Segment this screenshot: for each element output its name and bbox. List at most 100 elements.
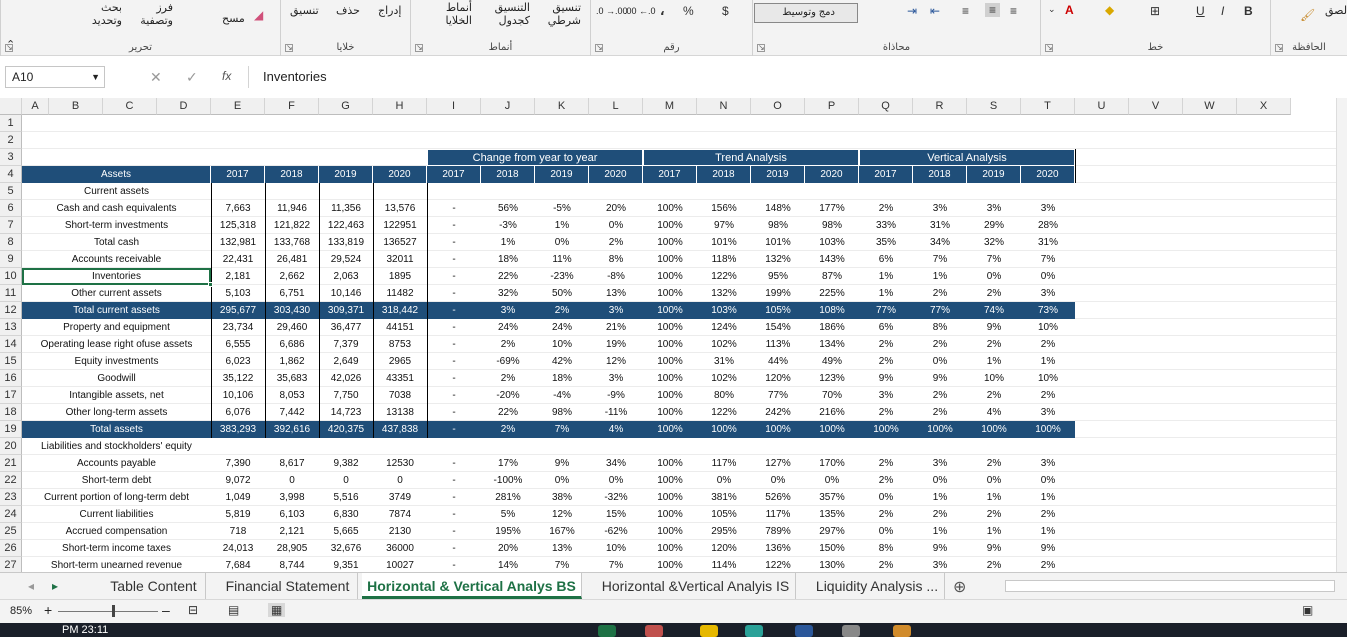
- app-taskbar-icon[interactable]: [645, 625, 663, 637]
- data-cell[interactable]: 7,663: [211, 200, 265, 217]
- data-cell[interactable]: 32,676: [319, 540, 373, 557]
- data-cell[interactable]: -20%: [481, 387, 535, 404]
- column-header[interactable]: M: [643, 98, 697, 115]
- data-cell[interactable]: -5%: [535, 200, 589, 217]
- collapse-ribbon-icon[interactable]: ⌃: [6, 38, 15, 51]
- data-cell[interactable]: 0%: [535, 234, 589, 251]
- data-cell[interactable]: 7%: [535, 557, 589, 572]
- data-cell[interactable]: 318,442: [373, 302, 427, 319]
- select-all-corner[interactable]: [0, 98, 22, 115]
- data-cell[interactable]: 8753: [373, 336, 427, 353]
- data-cell[interactable]: [481, 183, 535, 200]
- data-cell[interactable]: 1%: [967, 489, 1021, 506]
- data-cell[interactable]: 32011: [373, 251, 427, 268]
- data-cell[interactable]: 295%: [697, 523, 751, 540]
- data-cell[interactable]: 32%: [967, 234, 1021, 251]
- italic-button[interactable]: I: [1221, 4, 1224, 18]
- data-cell[interactable]: 20%: [589, 200, 643, 217]
- data-cell[interactable]: 100%: [643, 234, 697, 251]
- data-cell[interactable]: 133,768: [265, 234, 319, 251]
- chevron-down-icon[interactable]: ▼: [91, 67, 100, 87]
- store-taskbar-icon[interactable]: [842, 625, 860, 637]
- data-cell[interactable]: 13%: [589, 285, 643, 302]
- data-cell[interactable]: 121,822: [265, 217, 319, 234]
- data-cell[interactable]: 2%: [481, 421, 535, 438]
- data-cell[interactable]: 8%: [589, 251, 643, 268]
- data-cell[interactable]: 2%: [967, 506, 1021, 523]
- data-cell[interactable]: -100%: [481, 472, 535, 489]
- data-cell[interactable]: [697, 183, 751, 200]
- data-cell[interactable]: 6,023: [211, 353, 265, 370]
- data-cell[interactable]: 2%: [859, 506, 913, 523]
- column-header[interactable]: P: [805, 98, 859, 115]
- data-cell[interactable]: [535, 438, 589, 455]
- data-cell[interactable]: 33%: [859, 217, 913, 234]
- data-cell[interactable]: [1021, 183, 1075, 200]
- data-cell[interactable]: 87%: [805, 268, 859, 285]
- sheet-tab[interactable]: Horizontal &Vertical Analyis IS: [596, 573, 796, 599]
- data-cell[interactable]: 32%: [481, 285, 535, 302]
- data-cell[interactable]: 1%: [913, 489, 967, 506]
- align-right-icon[interactable]: ≡: [962, 4, 969, 18]
- data-cell[interactable]: 6%: [859, 319, 913, 336]
- data-cell[interactable]: 120%: [751, 370, 805, 387]
- data-cell[interactable]: 718: [211, 523, 265, 540]
- tab-scroll-left-icon[interactable]: ◂: [28, 579, 34, 593]
- insert-cells-button[interactable]: إدراج: [378, 4, 401, 17]
- data-cell[interactable]: 42%: [535, 353, 589, 370]
- data-cell[interactable]: 0%: [859, 523, 913, 540]
- decrease-decimal-button[interactable]: .0 →.00: [596, 6, 628, 16]
- data-cell[interactable]: 2%: [1021, 557, 1075, 572]
- data-cell[interactable]: 9%: [859, 370, 913, 387]
- sheet-tab[interactable]: Horizontal & Vertical Analys BS: [362, 573, 582, 599]
- data-cell[interactable]: 3%: [1021, 285, 1075, 302]
- data-cell[interactable]: 31%: [697, 353, 751, 370]
- data-cell[interactable]: [805, 438, 859, 455]
- data-cell[interactable]: 100%: [643, 540, 697, 557]
- data-cell[interactable]: 13%: [535, 540, 589, 557]
- data-cell[interactable]: 100%: [643, 302, 697, 319]
- data-cell[interactable]: 117%: [751, 506, 805, 523]
- data-cell[interactable]: 1%: [859, 285, 913, 302]
- data-cell[interactable]: 136527: [373, 234, 427, 251]
- row-header[interactable]: 1: [0, 115, 22, 132]
- data-cell[interactable]: 0%: [751, 472, 805, 489]
- row-header[interactable]: 21: [0, 455, 22, 472]
- data-cell[interactable]: 2%: [859, 200, 913, 217]
- data-cell[interactable]: -: [427, 421, 481, 438]
- data-cell[interactable]: [481, 438, 535, 455]
- data-cell[interactable]: 195%: [481, 523, 535, 540]
- chevron-down-icon[interactable]: ⌄: [1048, 4, 1056, 15]
- data-cell[interactable]: 2,063: [319, 268, 373, 285]
- data-cell[interactable]: -: [427, 557, 481, 572]
- find-select-button[interactable]: بحث وتحديد: [78, 2, 122, 28]
- data-cell[interactable]: 29,524: [319, 251, 373, 268]
- format-as-table-button[interactable]: التنسيق كجدول: [478, 2, 530, 28]
- data-cell[interactable]: 11482: [373, 285, 427, 302]
- excel-taskbar-icon[interactable]: [598, 625, 616, 637]
- data-cell[interactable]: 2%: [859, 557, 913, 572]
- data-cell[interactable]: -: [427, 251, 481, 268]
- row-header[interactable]: 27: [0, 557, 22, 572]
- sheet-tab[interactable]: Liquidity Analysis ...: [810, 573, 945, 599]
- data-cell[interactable]: 0%: [1021, 472, 1075, 489]
- data-cell[interactable]: 8%: [913, 319, 967, 336]
- data-cell[interactable]: 3%: [1021, 404, 1075, 421]
- data-cell[interactable]: -: [427, 336, 481, 353]
- data-cell[interactable]: 7%: [589, 557, 643, 572]
- data-cell[interactable]: -: [427, 387, 481, 404]
- data-cell[interactable]: 216%: [805, 404, 859, 421]
- normal-view-icon[interactable]: ▦: [268, 603, 286, 617]
- data-cell[interactable]: -69%: [481, 353, 535, 370]
- data-cell[interactable]: 31%: [913, 217, 967, 234]
- data-cell[interactable]: 5,819: [211, 506, 265, 523]
- data-cell[interactable]: 77%: [751, 387, 805, 404]
- data-cell[interactable]: 29,460: [265, 319, 319, 336]
- data-cell[interactable]: 2%: [859, 353, 913, 370]
- data-cell[interactable]: 2%: [913, 336, 967, 353]
- data-cell[interactable]: 102%: [697, 370, 751, 387]
- data-cell[interactable]: [859, 183, 913, 200]
- data-cell[interactable]: 14%: [481, 557, 535, 572]
- data-cell[interactable]: 10%: [535, 336, 589, 353]
- data-cell[interactable]: 100%: [643, 506, 697, 523]
